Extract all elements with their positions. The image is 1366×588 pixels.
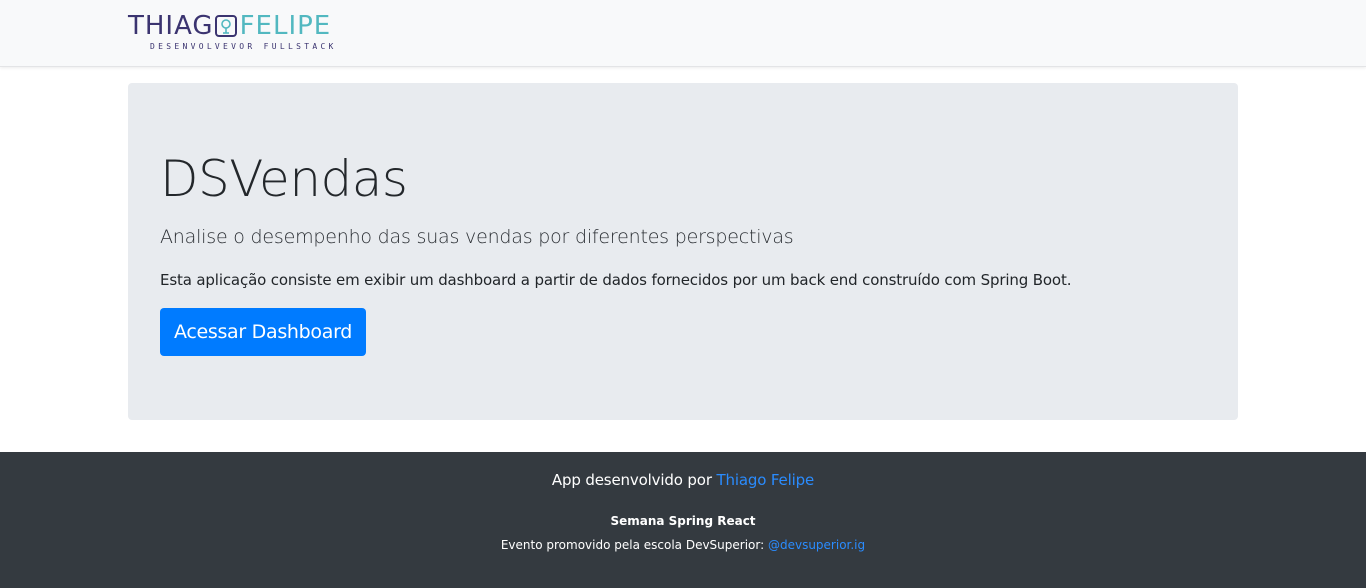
brand-logo[interactable]: THIAG FELIPE DESENVOLVEVOR FULLSTACK	[128, 12, 383, 54]
navbar: THIAG FELIPE DESENVOLVEVOR FULLSTACK	[0, 0, 1366, 67]
footer-credit: App desenvolvido por Thiago Felipe	[0, 470, 1366, 490]
footer-event-info: Evento promovido pela escola DevSuperior…	[0, 537, 1366, 553]
footer-event-prefix: Evento promovido pela escola DevSuperior…	[500, 538, 768, 552]
footer-event-title: Semana Spring React	[610, 514, 756, 528]
access-dashboard-button[interactable]: Acessar Dashboard	[160, 308, 366, 356]
logo-wordmark: THIAG FELIPE	[128, 12, 383, 40]
page-title: DSVendas	[160, 150, 408, 208]
devsuperior-instagram-link[interactable]: @devsuperior.ig	[768, 538, 865, 552]
logo-first-name: THIAG	[128, 11, 214, 41]
hero-lead: Analise o desempenho das suas vendas por…	[160, 226, 794, 248]
developer-link[interactable]: Thiago Felipe	[716, 471, 814, 489]
footer-credit-prefix: App desenvolvido por	[551, 471, 717, 489]
lightbulb-icon	[214, 14, 238, 38]
hero-jumbotron: DSVendas Analise o desempenho das suas v…	[128, 83, 1238, 420]
hero-description: Esta aplicação consiste em exibir um das…	[160, 271, 1072, 289]
footer: App desenvolvido por Thiago Felipe Seman…	[0, 452, 1366, 588]
logo-subtitle: DESENVOLVEVOR FULLSTACK	[150, 42, 337, 51]
logo-last-name: FELIPE	[239, 11, 332, 41]
